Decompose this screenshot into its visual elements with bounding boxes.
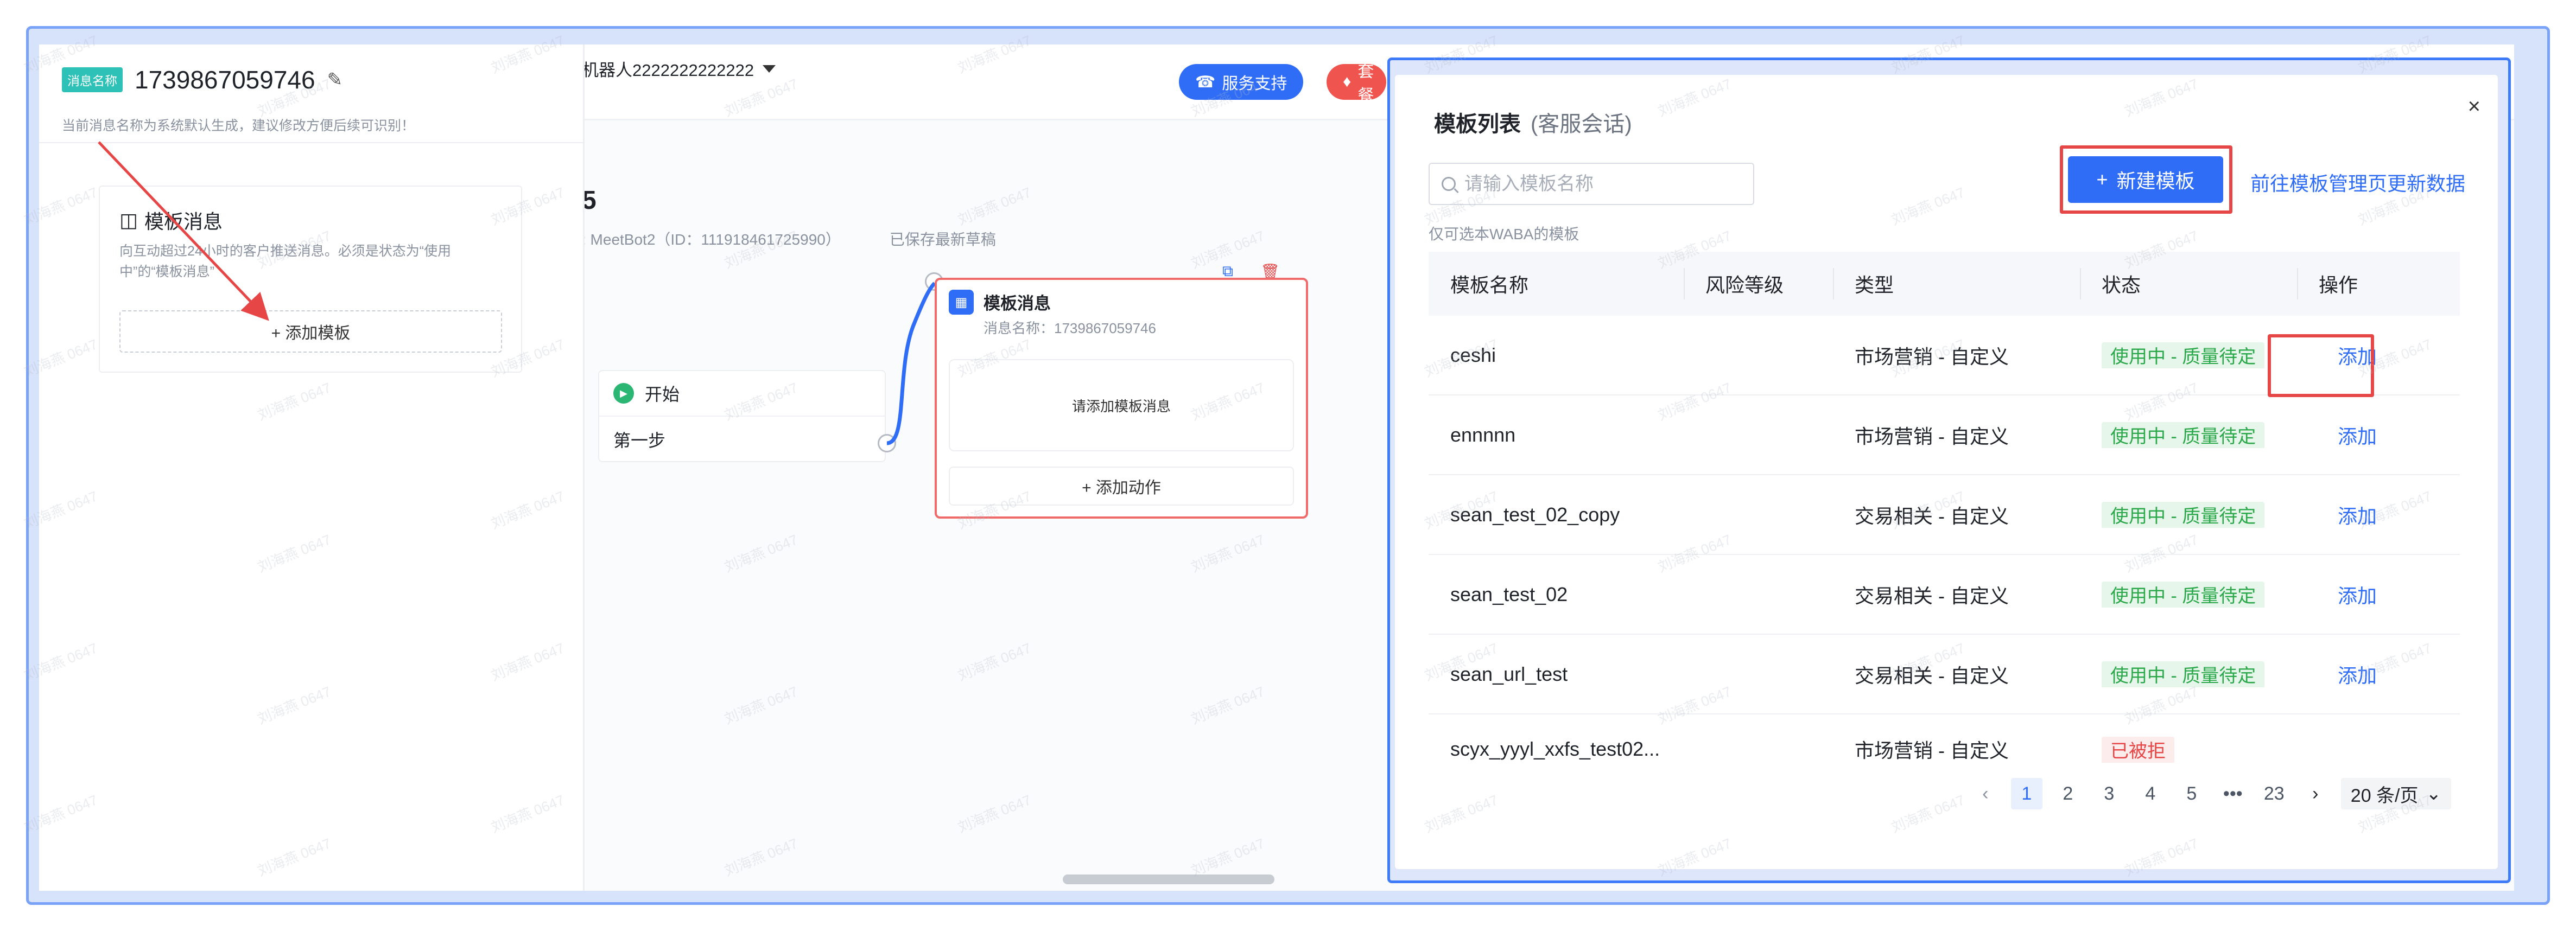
status-cell: 使用中 - 质量待定 — [2080, 661, 2297, 687]
template-type: 市场营销 - 自定义 — [1855, 739, 2009, 762]
prev-page-button[interactable]: ‹ — [1970, 778, 2001, 809]
modal-title-text: 模板列表 — [1434, 112, 1521, 136]
status-badge: 使用中 - 质量待定 — [2102, 582, 2265, 608]
left-panel: 消息名称 1739867059746 ✎ 当前消息名称为系统默认生成，建议修改方… — [39, 44, 585, 891]
horizontal-scrollbar[interactable] — [1063, 874, 1274, 884]
add-link[interactable]: 添加 — [2338, 505, 2377, 527]
column-header: 风险等级 — [1684, 252, 1833, 316]
plus-icon: + — [2096, 168, 2108, 190]
next-page-button[interactable]: › — [2300, 778, 2331, 809]
page-button[interactable]: 2 — [2052, 778, 2084, 809]
action-cell — [2297, 738, 2460, 761]
annotation-arrow — [98, 141, 269, 321]
table-header: 模板名称 风险等级 类型 状态 操作 — [1429, 252, 2460, 316]
close-icon[interactable]: × — [2468, 94, 2480, 119]
page-size-select[interactable]: 20 条/页 ⌄ — [2340, 778, 2451, 809]
template-name: ceshi — [1450, 343, 1496, 366]
template-list-modal: 模板列表 (客服会话) × + 新建模板 前往模板管理页更新数据 仅可选本WABA… — [1395, 75, 2498, 869]
search-input[interactable] — [1464, 173, 1736, 195]
action-cell: 添加 — [2297, 660, 2460, 688]
search-icon — [1442, 177, 1456, 191]
new-template-button[interactable]: + 新建模板 — [2068, 156, 2223, 203]
action-cell: 添加 — [2297, 421, 2460, 449]
node-connector — [886, 282, 936, 445]
template-message-node[interactable]: ▦ 模板消息 消息名称：1739867059746 请添加模板消息 + 添加动作 — [935, 278, 1308, 519]
add-link[interactable]: 添加 — [2338, 585, 2377, 607]
add-action-button[interactable]: + 添加动作 — [949, 467, 1294, 506]
column-header: 类型 — [1833, 252, 2080, 316]
template-name: sean_url_test — [1450, 662, 1568, 685]
table-row: sean_test_02_copy 交易相关 - 自定义 使用中 - 质量待定 … — [1429, 475, 2460, 555]
add-link[interactable]: 添加 — [2338, 665, 2377, 687]
table-row: ennnnn 市场营销 - 自定义 使用中 - 质量待定 添加 — [1429, 395, 2460, 475]
status-badge: 已被拒 — [2102, 736, 2174, 763]
modal-title: 模板列表 (客服会话) — [1434, 106, 1632, 138]
column-header: 模板名称 — [1450, 274, 1529, 296]
more-pages-icon[interactable]: ••• — [2217, 778, 2249, 809]
template-type: 交易相关 - 自定义 — [1855, 664, 2009, 687]
page-button[interactable]: 23 — [2258, 778, 2290, 809]
goto-template-management-link[interactable]: 前往模板管理页更新数据 — [2250, 168, 2465, 196]
action-cell: 添加 — [2297, 501, 2460, 529]
template-type: 交易相关 - 自定义 — [1855, 584, 2009, 607]
template-name: sean_test_02 — [1450, 583, 1568, 605]
template-icon: ▦ — [949, 290, 974, 315]
add-link[interactable]: 添加 — [2338, 425, 2377, 448]
status-badge: 使用中 - 质量待定 — [2102, 502, 2265, 528]
status-badge: 使用中 - 质量待定 — [2102, 422, 2265, 448]
template-node-subtitle: 消息名称：1739867059746 — [984, 320, 1156, 336]
pagination: ‹ 1 2 3 4 5 ••• 23 › 20 条/页 ⌄ — [1970, 778, 2451, 809]
status-cell: 使用中 - 质量待定 — [2080, 422, 2297, 448]
new-template-label: 新建模板 — [2116, 170, 2195, 192]
arrow-line — [98, 141, 269, 321]
highlight-box-add — [2268, 334, 2374, 397]
page-button[interactable]: 5 — [2176, 778, 2207, 809]
template-name: ennnnn — [1450, 423, 1516, 446]
page-button[interactable]: 4 — [2135, 778, 2166, 809]
column-header: 操作 — [2297, 252, 2460, 316]
status-cell: 使用中 - 质量待定 — [2080, 342, 2297, 368]
page-button[interactable]: 1 — [2010, 778, 2042, 809]
template-table: 模板名称 风险等级 类型 状态 操作 ceshi 市场营销 - 自定义 使用中 … — [1429, 252, 2460, 784]
action-cell: 添加 — [2297, 580, 2460, 609]
template-type: 市场营销 - 自定义 — [1855, 345, 2009, 368]
waba-hint: 仅可选本WABA的模板 — [1429, 226, 1579, 242]
template-name: scyx_yyyl_xxfs_test02... — [1450, 738, 1660, 760]
page-button[interactable]: 3 — [2093, 778, 2125, 809]
template-search[interactable] — [1429, 163, 1754, 205]
page-size-value: 20 条/页 — [2350, 785, 2419, 806]
template-name: sean_test_02_copy — [1450, 503, 1620, 526]
status-cell: 使用中 - 质量待定 — [2080, 581, 2297, 608]
table-row: sean_test_02 交易相关 - 自定义 使用中 - 质量待定 添加 — [1429, 555, 2460, 635]
status-badge: 使用中 - 质量待定 — [2102, 342, 2265, 368]
template-node-header: ▦ 模板消息 消息名称：1739867059746 — [937, 280, 1306, 347]
template-empty-placeholder[interactable]: 请添加模板消息 — [949, 359, 1294, 451]
modal-subtitle: (客服会话) — [1531, 112, 1632, 136]
status-badge: 使用中 - 质量待定 — [2102, 661, 2265, 687]
status-cell: 已被拒 — [2080, 736, 2297, 763]
screen: 机器人2222222222222 ☎ 服务支持 ♦ 套餐 5 : MeetBot… — [0, 0, 2576, 932]
table-row: sean_url_test 交易相关 - 自定义 使用中 - 质量待定 添加 — [1429, 635, 2460, 714]
template-node-title: 模板消息 — [984, 294, 1051, 313]
chevron-down-icon: ⌄ — [2426, 783, 2442, 804]
template-type: 市场营销 - 自定义 — [1855, 425, 2009, 448]
table-row: scyx_yyyl_xxfs_test02... 市场营销 - 自定义 已被拒 — [1429, 714, 2460, 784]
column-header: 状态 — [2080, 252, 2297, 316]
status-cell: 使用中 - 质量待定 — [2080, 501, 2297, 528]
template-type: 交易相关 - 自定义 — [1855, 505, 2009, 527]
